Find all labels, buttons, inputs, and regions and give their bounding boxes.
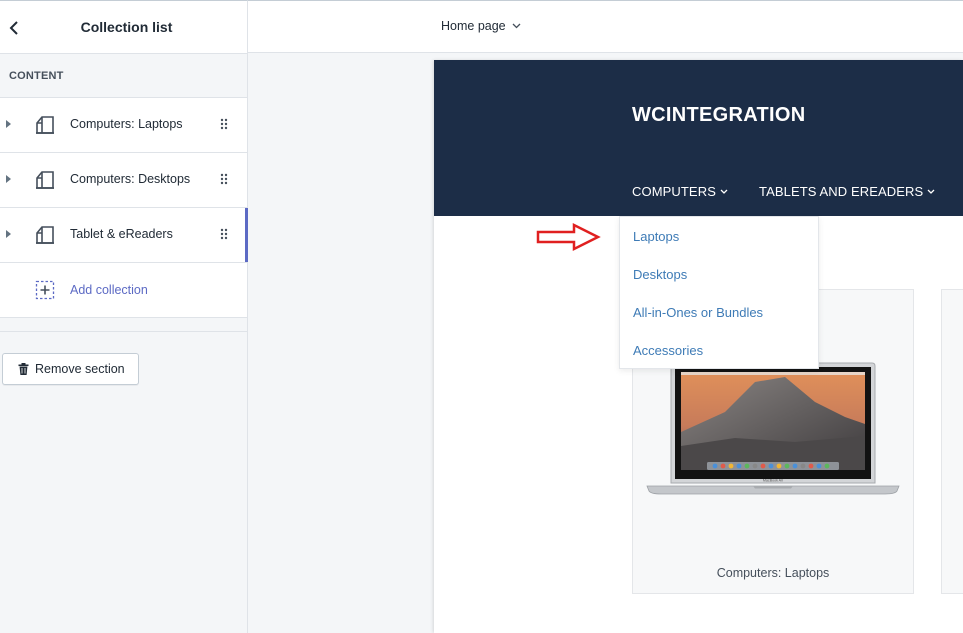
chevron-down-icon <box>720 189 728 194</box>
expand-caret-icon[interactable] <box>6 175 11 183</box>
collection-item-desktops[interactable]: Computers: Desktops <box>0 153 247 208</box>
laptop-product-image: MacBook Air <box>646 362 900 495</box>
store-preview: WCINTEGRATION COMPUTERS TABLETS AND EREA… <box>434 60 963 633</box>
collection-icon <box>36 171 54 189</box>
nav-label: COMPUTERS <box>632 184 716 199</box>
preview-canvas: WCINTEGRATION COMPUTERS TABLETS AND EREA… <box>248 53 963 633</box>
back-button[interactable] <box>6 18 22 38</box>
nav-item-computers[interactable]: COMPUTERS <box>632 184 728 199</box>
remove-section-button[interactable]: Remove section <box>2 353 139 385</box>
computers-dropdown-menu: Laptops Desktops All-in-Ones or Bundles … <box>619 216 819 369</box>
drag-handle-icon[interactable] <box>220 118 228 130</box>
drag-handle-icon[interactable] <box>220 173 228 185</box>
add-collection-icon <box>35 280 55 300</box>
chevron-down-icon <box>512 23 521 29</box>
annotation-arrow-icon <box>536 222 601 252</box>
nav-label: TABLETS AND EREADERS <box>759 184 924 199</box>
collection-card-partial[interactable] <box>941 289 963 594</box>
collection-item-laptops[interactable]: Computers: Laptops <box>0 98 247 153</box>
add-collection-label: Add collection <box>70 283 148 297</box>
sidebar: Collection list CONTENT Computers: Lapto… <box>0 0 248 633</box>
expand-caret-icon[interactable] <box>6 120 11 128</box>
trash-icon <box>18 363 29 375</box>
collection-icon <box>36 226 54 244</box>
expand-caret-icon[interactable] <box>6 230 11 238</box>
store-header: WCINTEGRATION COMPUTERS TABLETS AND EREA… <box>434 60 963 216</box>
chevron-left-icon <box>9 21 18 35</box>
editor-topbar: Home page <box>248 0 963 53</box>
sidebar-title: Collection list <box>80 19 173 35</box>
add-collection-button[interactable]: Add collection <box>0 263 247 318</box>
divider <box>0 331 247 332</box>
nav-item-tablets[interactable]: TABLETS AND EREADERS <box>759 184 935 199</box>
store-logo-text[interactable]: WCINTEGRATION <box>632 104 806 127</box>
collection-label: Tablet & eReaders <box>70 227 173 241</box>
dropdown-item-all-in-ones[interactable]: All-in-Ones or Bundles <box>633 305 763 320</box>
dropdown-item-desktops[interactable]: Desktops <box>633 267 687 282</box>
collection-icon <box>36 116 54 134</box>
collection-label: Computers: Desktops <box>70 172 191 186</box>
section-label: CONTENT <box>0 54 247 98</box>
remove-section-label: Remove section <box>35 362 125 376</box>
dropdown-item-accessories[interactable]: Accessories <box>633 343 703 358</box>
drag-handle-icon[interactable] <box>220 228 228 240</box>
collection-label: Computers: Laptops <box>70 117 183 131</box>
collection-item-tablets[interactable]: Tablet & eReaders <box>0 208 248 263</box>
sidebar-header: Collection list <box>0 1 247 54</box>
dropdown-item-laptops[interactable]: Laptops <box>633 229 679 244</box>
page-selector-label: Home page <box>441 19 506 33</box>
card-caption: Computers: Laptops <box>716 566 830 580</box>
page-selector[interactable]: Home page <box>441 19 521 33</box>
laptop-brand-text: MacBook Air <box>763 479 784 483</box>
chevron-down-icon <box>927 189 935 194</box>
